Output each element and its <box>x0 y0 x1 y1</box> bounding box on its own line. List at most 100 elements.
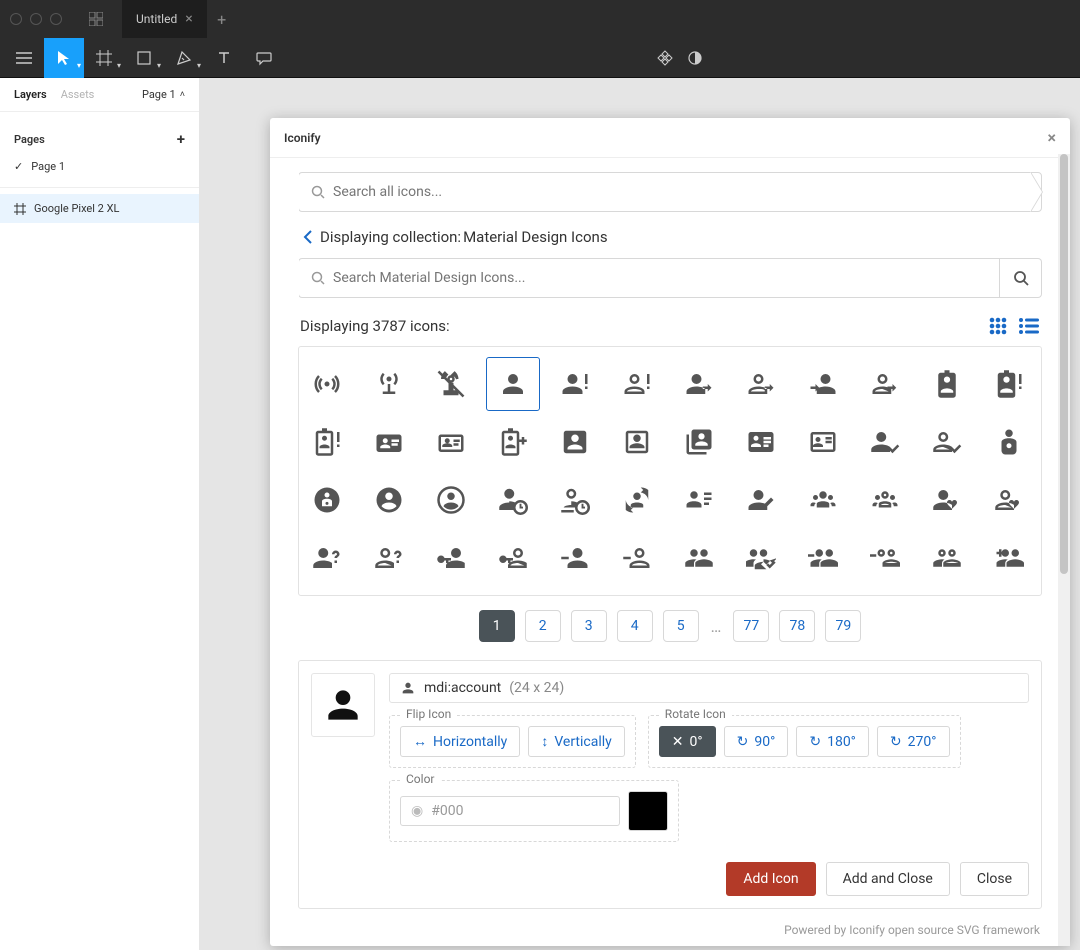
page-button-78[interactable]: 78 <box>779 610 815 642</box>
page-row[interactable]: ✓ Page 1 <box>0 154 199 179</box>
page-selector[interactable]: Page 1 ˄ <box>142 88 185 101</box>
page-button-5[interactable]: 5 <box>663 610 699 642</box>
page-button-3[interactable]: 3 <box>571 610 607 642</box>
account-card-details-outline-icon[interactable] <box>796 415 850 469</box>
move-tool-button[interactable]: ▾ <box>44 38 84 78</box>
theme-toggle-icon[interactable] <box>687 50 703 66</box>
color-swatch[interactable] <box>628 791 668 831</box>
account-multiple-plus-icon[interactable] <box>982 531 1036 585</box>
minimize-window-icon[interactable] <box>30 13 42 25</box>
app-grid-icon[interactable] <box>82 5 110 33</box>
account-circle-icon[interactable] <box>362 473 416 527</box>
account-group-icon[interactable] <box>796 473 850 527</box>
text-tool-button[interactable] <box>204 38 244 78</box>
search-collection-input[interactable] <box>333 270 987 286</box>
search-all-icons[interactable] <box>298 172 1042 212</box>
maximize-window-icon[interactable] <box>50 13 62 25</box>
account-arrow-left-icon[interactable] <box>672 357 726 411</box>
account-minus-icon[interactable] <box>548 531 602 585</box>
comment-tool-button[interactable] <box>244 38 284 78</box>
back-icon[interactable] <box>302 230 314 244</box>
account-arrow-right-icon[interactable] <box>796 357 850 411</box>
new-tab-button[interactable]: + <box>207 10 237 29</box>
account-minus-outline-icon[interactable] <box>610 531 664 585</box>
close-window-icon[interactable] <box>10 13 22 25</box>
account-question-icon[interactable] <box>300 531 354 585</box>
tab-assets[interactable]: Assets <box>61 88 95 101</box>
account-arrow-left-outline-icon[interactable] <box>734 357 788 411</box>
account-alert-icon[interactable] <box>548 357 602 411</box>
close-tab-icon[interactable]: × <box>185 11 192 27</box>
account-alert-outline-icon[interactable] <box>610 357 664 411</box>
account-heart-icon[interactable] <box>920 473 974 527</box>
menu-button[interactable] <box>4 38 44 78</box>
modal-scrollbar[interactable] <box>1058 154 1070 946</box>
color-input[interactable]: ◉ #000 <box>400 796 620 826</box>
account-badge-outline-icon[interactable] <box>300 415 354 469</box>
account-badge-plus-icon[interactable] <box>486 415 540 469</box>
page-button-4[interactable]: 4 <box>617 610 653 642</box>
account-box-icon[interactable] <box>548 415 602 469</box>
canvas-area[interactable]: Iconify × Displaying collection: Materia… <box>200 78 1080 950</box>
account-badge-alert-icon[interactable] <box>982 357 1036 411</box>
rotate-90-button[interactable]: ↻ 90° <box>724 726 789 757</box>
access-point-icon[interactable] <box>300 357 354 411</box>
list-view-icon[interactable] <box>1018 316 1040 336</box>
search-all-input[interactable] <box>333 184 1029 200</box>
add-page-icon[interactable]: + <box>177 130 185 148</box>
account-multiple-minus-outline-icon[interactable] <box>858 531 912 585</box>
document-tab[interactable]: Untitled × <box>122 0 207 38</box>
page-button-2[interactable]: 2 <box>525 610 561 642</box>
add-icon-button[interactable]: Add Icon <box>726 862 815 896</box>
layer-row-frame[interactable]: Google Pixel 2 XL <box>0 194 199 223</box>
account-clock-outline-icon[interactable] <box>548 473 602 527</box>
account-group-outline-icon[interactable] <box>858 473 912 527</box>
rotate-0-button[interactable]: ✕ 0° <box>659 726 716 757</box>
account-badge-horizontal-outline-icon[interactable] <box>424 415 478 469</box>
scrollbar-thumb[interactable] <box>1060 154 1068 574</box>
search-button[interactable] <box>1000 258 1042 298</box>
shape-tool-button[interactable]: ▾ <box>124 38 164 78</box>
account-multiple-icon[interactable] <box>672 531 726 585</box>
account-question-outline-icon[interactable] <box>362 531 416 585</box>
add-and-close-button[interactable]: Add and Close <box>826 862 950 896</box>
access-point-network-off-icon[interactable] <box>424 357 478 411</box>
account-clock-icon[interactable] <box>486 473 540 527</box>
account-check-icon[interactable] <box>858 415 912 469</box>
grid-view-icon[interactable] <box>988 316 1008 336</box>
rotate-180-button[interactable]: ↻ 180° <box>796 726 869 757</box>
account-key-outline-icon[interactable] <box>486 531 540 585</box>
plugin-icon[interactable] <box>657 50 673 66</box>
flip-horizontal-button[interactable]: ↔ Horizontally <box>400 726 520 757</box>
search-collection[interactable] <box>298 258 1000 298</box>
close-icon[interactable]: × <box>1048 128 1057 147</box>
account-key-icon[interactable] <box>424 531 478 585</box>
account-check-outline-icon[interactable] <box>920 415 974 469</box>
flip-vertical-button[interactable]: ↕ Vertically <box>528 726 624 757</box>
pen-tool-button[interactable]: ▾ <box>164 38 204 78</box>
account-edit-icon[interactable] <box>734 473 788 527</box>
account-multiple-check-icon[interactable] <box>734 531 788 585</box>
frame-tool-button[interactable]: ▾ <box>84 38 124 78</box>
access-point-network-icon[interactable] <box>362 357 416 411</box>
account-multiple-minus-icon[interactable] <box>796 531 850 585</box>
account-box-outline-icon[interactable] <box>610 415 664 469</box>
account-circle-outline-icon[interactable] <box>424 473 478 527</box>
page-button-1[interactable]: 1 <box>479 610 515 642</box>
account-badge-horizontal-icon[interactable] <box>362 415 416 469</box>
account-multiple-outline-icon[interactable] <box>920 531 974 585</box>
account-card-details-icon[interactable] <box>734 415 788 469</box>
account-heart-outline-icon[interactable] <box>982 473 1036 527</box>
page-button-79[interactable]: 79 <box>825 610 861 642</box>
tab-layers[interactable]: Layers <box>14 88 47 101</box>
account-child-icon[interactable] <box>982 415 1036 469</box>
page-button-77[interactable]: 77 <box>733 610 769 642</box>
close-button[interactable]: Close <box>960 862 1029 896</box>
account-box-multiple-icon[interactable] <box>672 415 726 469</box>
account-child-circle-icon[interactable] <box>300 473 354 527</box>
account-convert-icon[interactable] <box>610 473 664 527</box>
rotate-270-button[interactable]: ↻ 270° <box>877 726 950 757</box>
account-details-icon[interactable] <box>672 473 726 527</box>
account-badge-icon[interactable] <box>920 357 974 411</box>
account-arrow-right-outline-icon[interactable] <box>858 357 912 411</box>
